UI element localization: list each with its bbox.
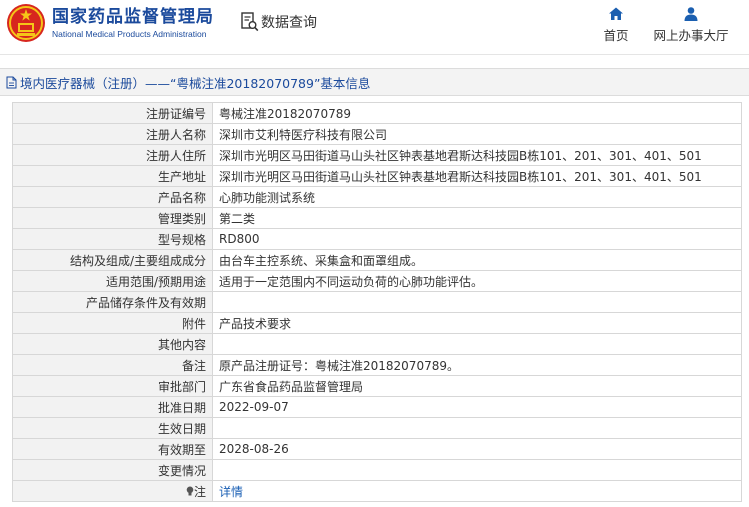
row-label: 注册人住所 [12,144,213,166]
scrollbar[interactable] [743,98,749,507]
user-icon [684,7,698,21]
row-value: 2028-08-26 [212,438,742,460]
table-row: 适用范围/预期用途 适用于一定范围内不同运动负荷的心肺功能评估。 [12,270,742,292]
row-label: 注册人名称 [12,123,213,145]
row-value [212,417,742,439]
row-value: 深圳市艾利特医疗科技有限公司 [212,123,742,145]
record-title: 境内医疗器械（注册）——“粤械注准20182070789”基本信息 [20,75,371,91]
site-header: 国家药品监督管理局 National Medical Products Admi… [0,0,749,55]
row-value: 原产品注册证号：粤械注准20182070789。 [212,354,742,376]
row-label: 生产地址 [12,165,213,187]
row-label: 注册证编号 [12,102,213,124]
row-label: 型号规格 [12,228,213,250]
row-label: 生效日期 [12,417,213,439]
row-value: 产品技术要求 [212,312,742,334]
row-value: RD800 [212,228,742,250]
row-value: 2022-09-07 [212,396,742,418]
row-value: 深圳市光明区马田街道马山头社区钟表基地君斯达科技园B栋101、201、301、4… [212,144,742,166]
row-label: 变更情况 [12,459,213,481]
table-row: 批准日期 2022-09-07 [12,396,742,418]
row-value: 适用于一定范围内不同运动负荷的心肺功能评估。 [212,270,742,292]
table-row: 生效日期 [12,417,742,439]
table-row: 有效期至 2028-08-26 [12,438,742,460]
row-label: 适用范围/预期用途 [12,270,213,292]
detail-table: 注册证编号 粤械注准20182070789 注册人名称 深圳市艾利特医疗科技有限公司注… [12,102,742,502]
row-label: 结构及组成/主要组成成分 [12,249,213,271]
national-emblem-icon [7,4,45,42]
lightbulb-icon [186,486,194,495]
row-label: 产品储存条件及有效期 [12,291,213,313]
table-row: 备注 原产品注册证号：粤械注准20182070789。 [12,354,742,376]
table-row: 产品储存条件及有效期 [12,291,742,313]
table-row: 注册人名称 深圳市艾利特医疗科技有限公司 [12,123,742,145]
row-label: 审批部门 [12,375,213,397]
row-label: 有效期至 [12,438,213,460]
data-query-link[interactable]: 数据查询 [241,12,317,32]
table-row: 管理类别 第二类 [12,207,742,229]
detail-table-wrap: 注册证编号 粤械注准20182070789 注册人名称 深圳市艾利特医疗科技有限公司注… [12,102,742,502]
table-row: 生产地址 深圳市光明区马田街道马山头社区钟表基地君斯达科技园B栋101、201、3… [12,165,742,187]
note-label: 注 [193,484,206,499]
row-label: 批准日期 [12,396,213,418]
row-label: 附件 [12,312,213,334]
nav-home[interactable]: 首页 [576,6,656,44]
table-row: 变更情况 [12,459,742,481]
row-value: 深圳市光明区马田街道马山头社区钟表基地君斯达科技园B栋101、201、301、4… [212,165,742,187]
table-row: 附件 产品技术要求 [12,312,742,334]
row-value [212,291,742,313]
table-row: 型号规格 RD800 [12,228,742,250]
row-value: 第二类 [212,207,742,229]
row-value: 详情 [212,480,742,502]
row-label: 备注 [12,354,213,376]
row-label: 其他内容 [12,333,213,355]
table-row: 产品名称 心肺功能测试系统 [12,186,742,208]
row-value: 广东省食品药品监督管理局 [212,375,742,397]
nav-online-service[interactable]: 网上办事大厅 [651,6,731,44]
row-value: 粤械注准20182070789 [212,102,742,124]
table-row: 注册人住所 深圳市光明区马田街道马山头社区钟表基地君斯达科技园B栋101、201、… [12,144,742,166]
search-document-icon [241,12,259,32]
row-value [212,459,742,481]
row-label: 管理类别 [12,207,213,229]
nav-home-label: 首页 [603,28,629,43]
table-row: 审批部门 广东省食品药品监督管理局 [12,375,742,397]
table-row: 结构及组成/主要组成成分 由台车主控系统、采集盒和面罩组成。 [12,249,742,271]
home-icon [609,7,623,20]
row-label: 产品名称 [12,186,213,208]
table-row: 注册证编号 粤械注准20182070789 [12,102,742,124]
site-title-cn: 国家药品监督管理局 [52,7,214,27]
table-row-note: 注 详情 [12,480,742,502]
record-title-bar: 境内医疗器械（注册）——“粤械注准20182070789”基本信息 [0,68,749,96]
row-value: 心肺功能测试系统 [212,186,742,208]
row-value: 由台车主控系统、采集盒和面罩组成。 [212,249,742,271]
row-value [212,333,742,355]
details-link[interactable]: 详情 [219,485,243,499]
document-icon [6,76,17,88]
site-logo[interactable]: 国家药品监督管理局 National Medical Products Admi… [6,3,214,43]
data-query-label: 数据查询 [261,15,317,31]
nav-online-label: 网上办事大厅 [653,28,729,43]
row-label: 注 [12,480,213,502]
table-row: 其他内容 [12,333,742,355]
site-title-en: National Medical Products Administration [52,29,207,39]
